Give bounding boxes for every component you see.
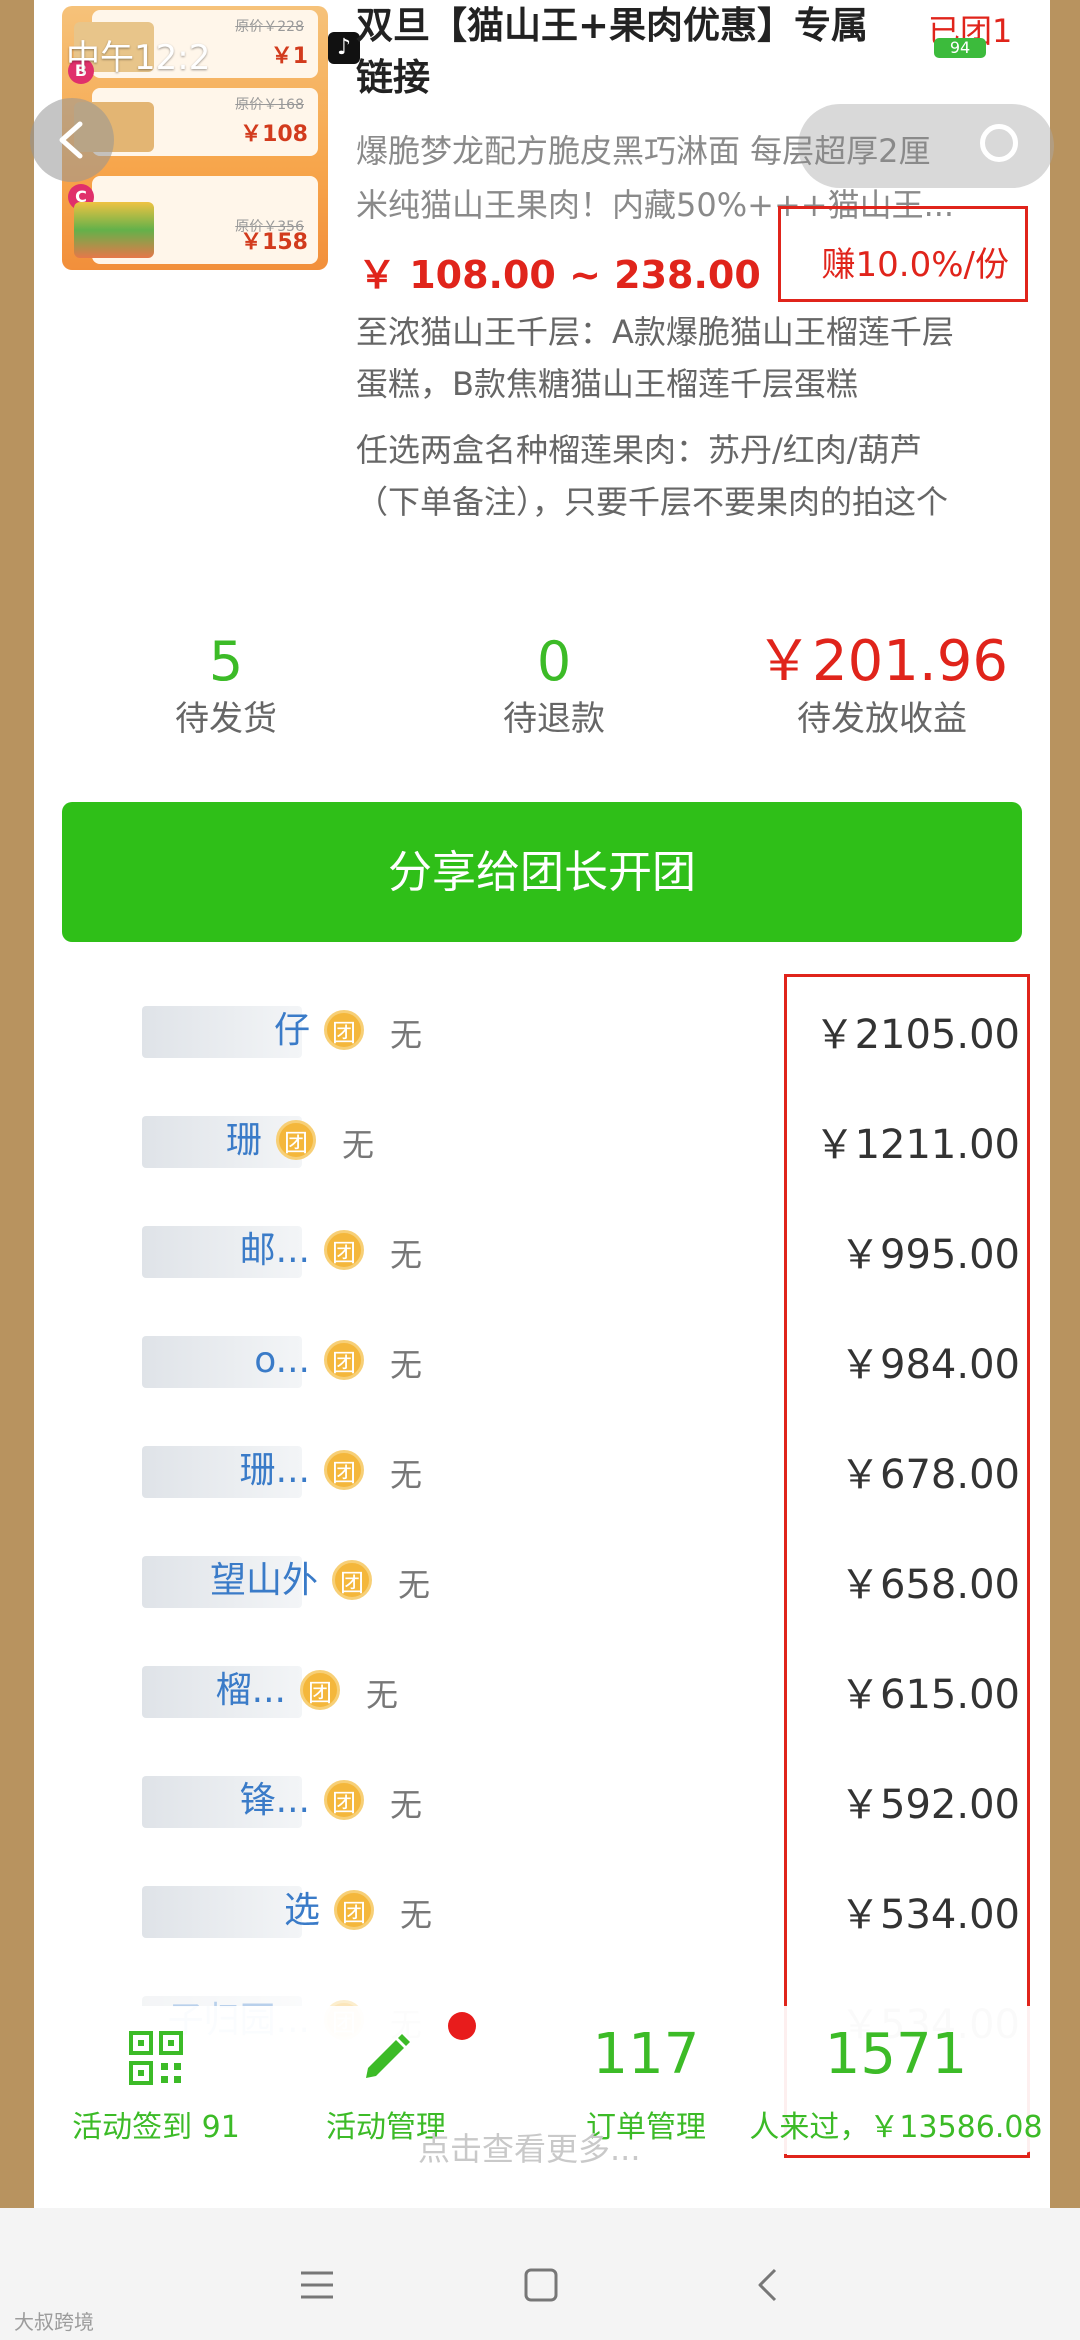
load-more-link[interactable]: 点击查看更多... <box>418 2124 641 2170</box>
stat-label: 待发货 <box>175 699 277 739</box>
back-button[interactable] <box>30 98 114 182</box>
row-status: 无 <box>366 1676 399 1714</box>
qr-code-icon <box>129 2031 183 2085</box>
leader-name: 选 <box>283 1890 320 1931</box>
leader-name: o... <box>254 1340 310 1381</box>
stat-value: 5 <box>208 630 244 693</box>
visitors-tab[interactable]: 1571 人来过，￥13586.08 <box>746 2006 1046 2154</box>
leader-name: 邮... <box>239 1230 310 1271</box>
stat-pending-ship[interactable]: 5 待发货 <box>96 630 356 744</box>
orders-count: 117 <box>592 2022 700 2087</box>
nav-home-button[interactable] <box>506 2250 576 2320</box>
stat-label: 待发放收益 <box>797 699 967 739</box>
leader-name: 仔 <box>273 1010 310 1051</box>
share-to-leader-button[interactable]: 分享给团长开团 <box>62 802 1022 942</box>
product-title: 双旦【猫山王+果肉优惠】专属 链接 <box>356 0 916 104</box>
blurred-name <box>142 1886 302 1938</box>
leader-name: 望山外 <box>209 1560 318 1601</box>
stat-pending-refund[interactable]: 0 待退款 <box>424 630 684 744</box>
nav-back-button[interactable] <box>732 2250 802 2320</box>
stat-value: ￥201.96 <box>756 629 1008 694</box>
group-leader-badge-icon: 团 <box>324 1230 364 1270</box>
checkin-tab[interactable]: 活动签到 91 <box>66 2006 246 2154</box>
thumb-price: ￥1 <box>270 44 308 69</box>
group-leader-badge-icon: 团 <box>324 1450 364 1490</box>
spec-line: （下单备注），只要千层不要果肉的拍这个 <box>356 483 949 521</box>
row-status: 无 <box>390 1456 423 1494</box>
thumb-old-price: 原价￥168 <box>235 97 304 113</box>
row-status: 无 <box>400 1896 433 1934</box>
battery-badge: 94 <box>934 38 986 58</box>
pencil-icon <box>366 2034 410 2078</box>
group-leader-badge-icon: 团 <box>332 1560 372 1600</box>
row-status: 无 <box>342 1126 375 1164</box>
thumb-price: ￥158 <box>240 230 308 255</box>
avatar <box>44 1320 142 1400</box>
stat-pending-income[interactable]: ￥201.96 待发放收益 <box>752 630 1012 744</box>
avatar <box>44 1760 142 1840</box>
row-status: 无 <box>398 1566 431 1604</box>
stat-value: 0 <box>536 630 572 693</box>
avatar <box>44 1430 142 1510</box>
menu-icon <box>301 2271 333 2299</box>
spec-line: 蛋糕，B款焦糖猫山王榴莲千层蛋糕 <box>356 365 858 403</box>
avatar <box>44 1540 142 1620</box>
back-arrow-icon <box>758 2268 777 2302</box>
amount-highlight-box <box>784 974 1030 2158</box>
avatar <box>44 1210 142 1290</box>
chevron-left-icon <box>59 121 83 159</box>
avatar <box>44 1650 142 1730</box>
leader-name: 珊... <box>239 1450 310 1491</box>
group-leader-badge-icon: 团 <box>300 1670 340 1710</box>
row-status: 无 <box>390 1236 423 1274</box>
earn-highlight-box: 赚10.0%/份 <box>778 206 1028 302</box>
group-leader-badge-icon: 团 <box>324 1780 364 1820</box>
row-status: 无 <box>390 1786 423 1824</box>
price-range: ￥ 108.00 ~ 238.00 <box>358 253 761 297</box>
thumb-price: ￥108 <box>240 122 308 147</box>
notification-dot <box>448 2012 476 2040</box>
leader-name: 珊 <box>225 1120 262 1161</box>
avatar <box>44 1870 142 1950</box>
avatar <box>44 1100 142 1180</box>
checkin-label: 活动签到 91 <box>72 2110 240 2145</box>
commission-rate: 赚10.0%/份 <box>821 245 1009 285</box>
visitors-count: 1571 <box>824 2022 968 2087</box>
spec-line: 至浓猫山王千层：A款爆脆猫山王榴莲千层 <box>356 313 954 351</box>
nav-menu-button[interactable] <box>282 2250 352 2320</box>
thumb-old-price: 原价￥228 <box>235 19 304 35</box>
home-square-icon <box>524 2268 558 2302</box>
status-time: 中午12:2 <box>66 38 211 78</box>
group-leader-badge-icon: 团 <box>334 1890 374 1930</box>
stat-label: 待退款 <box>503 699 605 739</box>
description-line: 爆脆梦龙配方脆皮黑巧淋面 每层超厚2厘 <box>356 132 931 170</box>
group-leader-badge-icon: 团 <box>276 1120 316 1160</box>
watermark-text: 大叔跨境 <box>14 2310 94 2334</box>
group-leader-badge-icon: 团 <box>324 1010 364 1050</box>
cake-image <box>74 202 154 258</box>
leader-name: 榴... <box>215 1670 286 1711</box>
avatar <box>44 990 142 1070</box>
group-leader-badge-icon: 团 <box>324 1340 364 1380</box>
spec-option-2: 任选两盒名种榴莲果肉：苏丹/红肉/葫芦 （下单备注），只要千层不要果肉的拍这个 <box>356 424 1026 528</box>
visitors-label: 人来过，￥13586.08 <box>749 2110 1043 2145</box>
row-status: 无 <box>390 1016 423 1054</box>
row-status: 无 <box>390 1346 423 1384</box>
spec-option-1: 至浓猫山王千层：A款爆脆猫山王榴莲千层 蛋糕，B款焦糖猫山王榴莲千层蛋糕 <box>356 306 1026 410</box>
spec-line: 任选两盒名种榴莲果肉：苏丹/红肉/葫芦 <box>356 431 922 469</box>
product-title-line: 双旦【猫山王+果肉优惠】专属 <box>356 4 869 47</box>
leader-name: 锋... <box>239 1780 310 1821</box>
product-title-line: 链接 <box>356 56 430 99</box>
